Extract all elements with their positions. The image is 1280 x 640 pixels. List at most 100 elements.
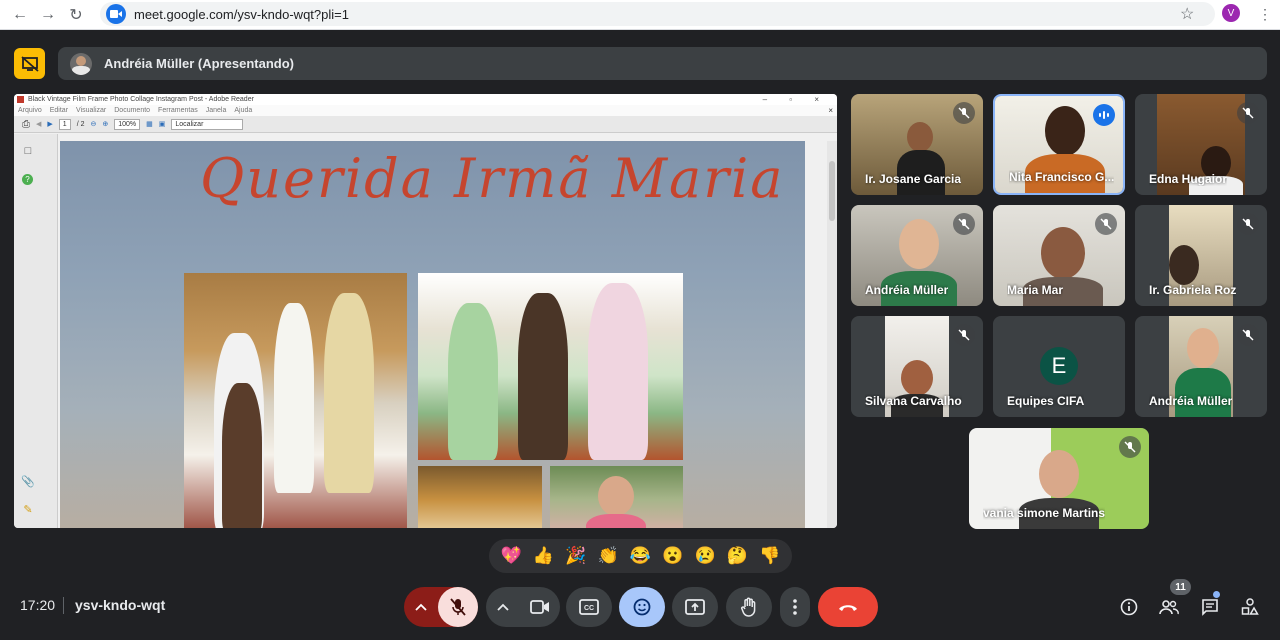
- chat-unread-dot: [1213, 591, 1220, 598]
- captions-button[interactable]: CC: [566, 587, 612, 627]
- mic-off-icon: [1237, 324, 1259, 346]
- presenter-banner: Andréia Müller (Apresentando): [58, 47, 1267, 80]
- chevron-up-icon: [415, 603, 427, 611]
- reaction-thumbs-up-button[interactable]: 👍: [529, 546, 557, 566]
- forward-icon[interactable]: →: [34, 1, 62, 29]
- participant-tile[interactable]: Edna Hugaior: [1135, 94, 1267, 195]
- people-icon: [1159, 600, 1179, 615]
- meet-site-icon: [106, 4, 126, 24]
- photo-ceremony: [184, 273, 407, 528]
- participant-name: Andréia Müller: [1149, 394, 1233, 408]
- present-to-all-icon: [685, 599, 705, 615]
- participant-tile[interactable]: E Equipes CIFA: [993, 316, 1125, 417]
- menu-documento: Documento: [114, 107, 151, 114]
- zoom-in-icon: ⊕: [102, 121, 109, 128]
- mic-off-icon: [450, 598, 466, 616]
- participant-tile[interactable]: Ir. Gabriela Roz: [1135, 205, 1267, 306]
- participant-tile[interactable]: Andréia Müller: [1135, 316, 1267, 417]
- people-button[interactable]: [1158, 596, 1180, 618]
- reaction-laugh-button[interactable]: 😂: [626, 546, 654, 566]
- browser-menu-icon[interactable]: ⋮: [1258, 6, 1272, 23]
- participant-tile[interactable]: Silvana Carvalho: [851, 316, 983, 417]
- reactions-bar: 💖 👍 🎉 👏 😂 😮 😢 🤔 👎: [489, 539, 792, 573]
- photo-group: [418, 273, 683, 460]
- page-total: / 2: [76, 120, 85, 128]
- participant-tile[interactable]: Andréia Müller: [851, 205, 983, 306]
- reaction-sad-button[interactable]: 😢: [691, 546, 719, 566]
- page-number-field: 1: [58, 118, 71, 130]
- presentation-off-icon: [20, 55, 39, 72]
- meeting-details-button[interactable]: [1118, 596, 1140, 618]
- next-page-icon: ▶: [47, 121, 53, 128]
- camera-control-group: [486, 587, 560, 627]
- speaking-indicator-icon: [1093, 104, 1115, 126]
- activities-button[interactable]: [1239, 596, 1261, 618]
- photo-portrait: [550, 466, 683, 528]
- mic-off-icon: [953, 213, 975, 235]
- reaction-clap-button[interactable]: 👏: [594, 546, 622, 566]
- hand-icon: [741, 597, 756, 617]
- shared-screen: Black Vintage Film Frame Photo Collage I…: [14, 94, 837, 528]
- reaction-thinking-button[interactable]: 🤔: [723, 546, 751, 566]
- reload-icon[interactable]: ↻: [62, 1, 90, 29]
- camera-toggle-button[interactable]: [520, 587, 560, 627]
- info-icon: [1120, 598, 1138, 616]
- back-icon[interactable]: ←: [6, 1, 34, 29]
- stop-presenting-button[interactable]: [14, 48, 45, 79]
- menu-visualizar: Visualizar: [76, 107, 107, 114]
- meeting-clock: 17:20: [20, 597, 56, 613]
- divider: [63, 597, 64, 614]
- mic-toggle-button[interactable]: [438, 587, 478, 627]
- mic-options-button[interactable]: [404, 587, 438, 627]
- activities-icon: [1241, 598, 1259, 615]
- menu-ferramentas: Ferramentas: [158, 107, 198, 114]
- menu-ajuda: Ajuda: [234, 107, 253, 114]
- send-reaction-button[interactable]: [619, 587, 665, 627]
- fit-page-icon: ▣: [158, 121, 166, 128]
- chat-button[interactable]: [1199, 596, 1221, 618]
- menu-janela: Janela: [205, 107, 227, 114]
- reaction-heart-button[interactable]: 💖: [497, 546, 525, 566]
- mic-control-group: [404, 587, 478, 627]
- profile-avatar[interactable]: V: [1222, 4, 1240, 22]
- presenter-label: Andréia Müller (Apresentando): [104, 56, 294, 71]
- reaction-thumbs-down-button[interactable]: 👎: [756, 546, 784, 566]
- zoom-field: 100%: [114, 118, 141, 130]
- participant-name: Ir. Josane Garcia: [865, 172, 962, 186]
- attachment-icon: 📎: [21, 475, 35, 488]
- camera-options-button[interactable]: [486, 587, 520, 627]
- participant-tile-speaking[interactable]: Nita Francisco G...: [993, 94, 1125, 195]
- comment-icon: ✎: [23, 503, 33, 516]
- participant-name: Silvana Carvalho: [865, 394, 962, 408]
- reader-title-bar: Black Vintage Film Frame Photo Collage I…: [14, 94, 837, 105]
- participant-tile[interactable]: vania simone Martins: [969, 428, 1149, 529]
- present-screen-button[interactable]: [672, 587, 718, 627]
- participant-tile[interactable]: Maria Mar: [993, 205, 1125, 306]
- reaction-surprised-button[interactable]: 😮: [659, 546, 687, 566]
- leave-call-button[interactable]: [818, 587, 878, 627]
- reader-menu-bar: Arquivo Editar Visualizar Documento Ferr…: [14, 105, 837, 116]
- chevron-up-icon: [497, 603, 509, 611]
- print-icon: ⎙: [22, 118, 30, 130]
- svg-text:CC: CC: [584, 605, 594, 612]
- captions-icon: CC: [579, 599, 599, 615]
- menu-arquivo: Arquivo: [18, 107, 42, 114]
- address-bar[interactable]: meet.google.com/ysv-kndo-wqt?pli=1: [100, 2, 1215, 26]
- video-camera-icon: [530, 600, 549, 614]
- help-icon: ?: [22, 174, 33, 185]
- reaction-party-button[interactable]: 🎉: [562, 546, 590, 566]
- pages-panel-icon: □: [24, 145, 32, 157]
- meeting-code: ysv-kndo-wqt: [75, 597, 166, 613]
- participant-tile[interactable]: Ir. Josane Garcia: [851, 94, 983, 195]
- chat-icon: [1202, 599, 1218, 616]
- mic-off-icon: [1095, 213, 1117, 235]
- more-options-button[interactable]: [780, 587, 810, 627]
- bookmark-star-icon[interactable]: ☆: [1180, 4, 1194, 24]
- participant-count-badge: 11: [1170, 579, 1191, 595]
- menu-editar: Editar: [49, 107, 69, 114]
- document-page: Querida Irmã Maria: [60, 141, 805, 528]
- mic-off-icon: [953, 324, 975, 346]
- raise-hand-button[interactable]: [726, 587, 772, 627]
- emoji-icon: [633, 598, 651, 616]
- hang-up-icon: [839, 605, 857, 611]
